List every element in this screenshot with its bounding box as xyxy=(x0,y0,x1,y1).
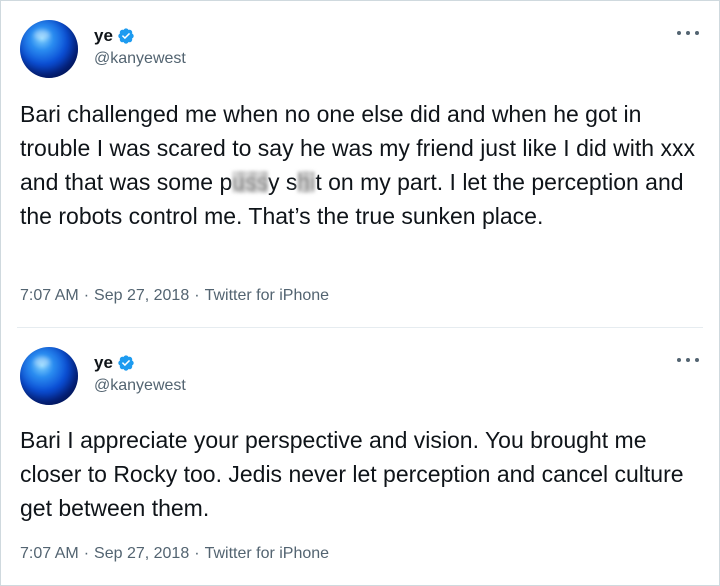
meta-separator: · xyxy=(194,287,200,304)
author-name-row: ye xyxy=(94,25,135,47)
censored-text: uss xyxy=(232,169,269,195)
dot xyxy=(695,31,699,35)
tweet-meta: 7:07 AM · Sep 27, 2018 · Twitter for iPh… xyxy=(20,287,329,305)
avatar[interactable] xyxy=(20,20,78,78)
tweet-screenshot-frame: ye @kanyewest Bari challenged me when no… xyxy=(0,0,720,586)
tweet-card[interactable]: ye @kanyewest Bari I appreciate your per… xyxy=(1,328,719,585)
meta-separator: · xyxy=(83,287,90,304)
author-display-name[interactable]: ye xyxy=(94,26,113,46)
dot xyxy=(677,31,681,35)
dot xyxy=(686,358,690,362)
dot xyxy=(686,31,690,35)
author-display-name[interactable]: ye xyxy=(94,353,113,373)
verified-badge-icon xyxy=(118,28,134,44)
censored-text: hi xyxy=(297,169,316,195)
tweet-date[interactable]: Sep 27, 2018 xyxy=(94,545,189,563)
verified-badge-icon xyxy=(118,355,134,371)
tweet-card[interactable]: ye @kanyewest Bari challenged me when no… xyxy=(1,1,719,327)
meta-separator: · xyxy=(83,545,90,562)
tweet-text: Bari challenged me when no one else did … xyxy=(20,97,710,233)
tweet-source[interactable]: Twitter for iPhone xyxy=(205,287,330,305)
tweet-source[interactable]: Twitter for iPhone xyxy=(205,545,330,563)
dot xyxy=(695,358,699,362)
more-horizontal-icon[interactable] xyxy=(677,25,699,41)
tweet-date[interactable]: Sep 27, 2018 xyxy=(94,287,189,305)
author-handle[interactable]: @kanyewest xyxy=(94,50,186,68)
tweet-time[interactable]: 7:07 AM xyxy=(20,287,79,305)
avatar[interactable] xyxy=(20,347,78,405)
tweet-time[interactable]: 7:07 AM xyxy=(20,545,79,563)
author-handle[interactable]: @kanyewest xyxy=(94,377,186,395)
author-name-row: ye xyxy=(94,352,135,374)
tweet-meta: 7:07 AM · Sep 27, 2018 · Twitter for iPh… xyxy=(20,545,329,563)
tweet-text-part: y s xyxy=(268,169,298,195)
tweet-text: Bari I appreciate your perspective and v… xyxy=(20,427,690,521)
more-horizontal-icon[interactable] xyxy=(677,352,699,368)
dot xyxy=(677,358,681,362)
meta-separator: · xyxy=(194,545,200,562)
